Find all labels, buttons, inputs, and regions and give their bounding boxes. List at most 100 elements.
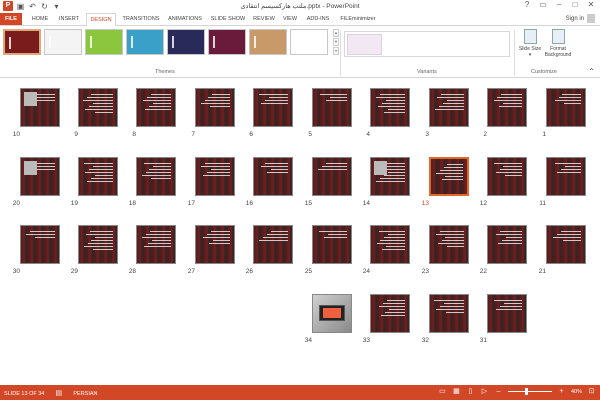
slide-thumbnail[interactable] [136,157,176,196]
tab-design[interactable]: DESIGN [86,13,116,27]
slide-thumbnail[interactable] [195,88,235,127]
collapse-ribbon-icon[interactable]: ⌃ [587,67,596,76]
slide-thumbnail[interactable] [429,157,469,196]
tab-home[interactable]: HOME [28,13,52,25]
tab-file[interactable]: FILE [0,13,22,25]
slide-text-line [560,231,581,232]
slide-sorter-view-icon[interactable]: ▦ [452,387,461,396]
slide-thumbnail[interactable] [78,157,118,196]
scroll-down-icon[interactable]: ▼ [333,38,339,46]
zoom-slider[interactable] [507,388,552,395]
reading-view-icon[interactable]: ▯ [466,387,475,396]
slide-text-line [260,103,288,104]
sign-in-label[interactable]: Sign in [566,16,584,22]
tab-transitions[interactable]: TRANSITIONS [119,13,163,25]
ribbon-display-button[interactable]: ▭ [536,0,550,10]
slide-thumbnail[interactable] [195,157,235,196]
tab-review[interactable]: REVIEW [251,13,277,25]
slide-text-line [258,94,288,95]
slide-text-line [381,103,405,104]
slide-thumbnail[interactable] [546,225,586,264]
slide-text-line [378,306,405,307]
slide-thumbnail[interactable] [487,294,527,333]
slide-number: 4 [366,131,370,138]
slide-thumbnail[interactable] [20,225,60,264]
slide-thumbnail[interactable] [487,225,527,264]
slide-thumbnail[interactable] [78,88,118,127]
theme-thumbnail[interactable] [208,29,246,55]
zoom-in-icon[interactable]: + [557,387,566,396]
slide-thumbnail[interactable] [253,157,293,196]
slide-text-line [322,166,347,167]
tab-insert[interactable]: INSERT [55,13,83,25]
slide-size-button[interactable]: Slide Size ▾ [517,29,543,58]
theme-thumbnail[interactable] [3,29,41,55]
slide-thumbnail[interactable] [253,225,293,264]
sign-in[interactable]: Sign in [566,14,595,23]
slide-thumbnail[interactable] [429,88,469,127]
zoom-level[interactable]: 40% [571,389,582,395]
slide-number: 2 [483,131,487,138]
theme-thumbnail[interactable] [167,29,205,55]
slide-text-lines [83,231,113,252]
language[interactable]: PERSIAN [73,391,97,397]
scroll-up-icon[interactable]: ▲ [333,29,339,37]
tab-view[interactable]: VIEW [280,13,300,25]
spell-check-icon[interactable]: ▤ [54,389,63,398]
slide-number: 18 [128,200,136,207]
slide-text-line [264,163,288,164]
theme-thumbnail[interactable] [290,29,328,55]
close-button[interactable]: ✕ [584,0,598,10]
slide-text-line [441,179,463,180]
slide-thumbnail[interactable] [370,157,410,196]
theme-thumbnail[interactable] [44,29,82,55]
slide-thumbnail[interactable] [312,294,352,333]
slide-thumbnail[interactable] [487,157,527,196]
slide-show-icon[interactable]: ▷ [480,387,489,396]
slide-thumbnail[interactable] [429,225,469,264]
format-background-button[interactable]: Format Background [543,29,573,58]
slide-text-lines [141,231,171,249]
tab-add-ins[interactable]: ADD-INS [303,13,333,25]
slide-thumbnail[interactable] [370,294,410,333]
slide-thumbnail[interactable] [20,88,60,127]
slide-text-line [91,94,113,95]
slide-thumbnail[interactable] [546,157,586,196]
slide-thumbnail[interactable] [78,225,118,264]
slide-thumbnail[interactable] [370,225,410,264]
slide-thumbnail[interactable] [312,157,352,196]
slide-text-line [378,231,405,232]
slide-thumbnail[interactable] [546,88,586,127]
tab-fileminimizer[interactable]: FILEminimizer [337,13,379,25]
zoom-out-icon[interactable]: – [494,387,503,396]
format-background-icon [551,29,565,44]
slide-thumbnail[interactable] [370,88,410,127]
normal-view-icon[interactable]: ▭ [438,387,447,396]
theme-thumbnail[interactable] [85,29,123,55]
slide-thumbnail[interactable] [253,88,293,127]
minimize-button[interactable]: – [552,0,566,10]
slide-number: 8 [132,131,136,138]
maximize-button[interactable]: □ [568,0,582,10]
slide-thumbnail[interactable] [136,225,176,264]
slide-text-lines [83,94,113,115]
theme-thumbnail[interactable] [126,29,164,55]
theme-thumbnail[interactable] [249,29,287,55]
tab-animations[interactable]: ANIMATIONS [165,13,205,25]
more-icon[interactable]: ▾ [333,47,339,55]
help-button[interactable]: ? [520,0,534,10]
slide-thumbnail[interactable] [20,157,60,196]
tab-slide-show[interactable]: SLIDE SHOW [208,13,248,25]
slide-text-line [436,309,464,310]
slide-thumbnail[interactable] [312,225,352,264]
slide-thumbnail[interactable] [136,88,176,127]
slide-text-line [141,237,171,238]
fit-slide-icon[interactable]: ⊡ [587,387,596,396]
slide-thumbnail[interactable] [429,294,469,333]
slide-thumbnail[interactable] [312,88,352,127]
variant-thumb[interactable] [347,34,382,55]
zoom-slider-thumb[interactable] [524,388,528,395]
window-title: ملتب هارکسیسم انتقادی.pptx - PowerPoint [240,3,360,10]
slide-thumbnail[interactable] [195,225,235,264]
slide-thumbnail[interactable] [487,88,527,127]
